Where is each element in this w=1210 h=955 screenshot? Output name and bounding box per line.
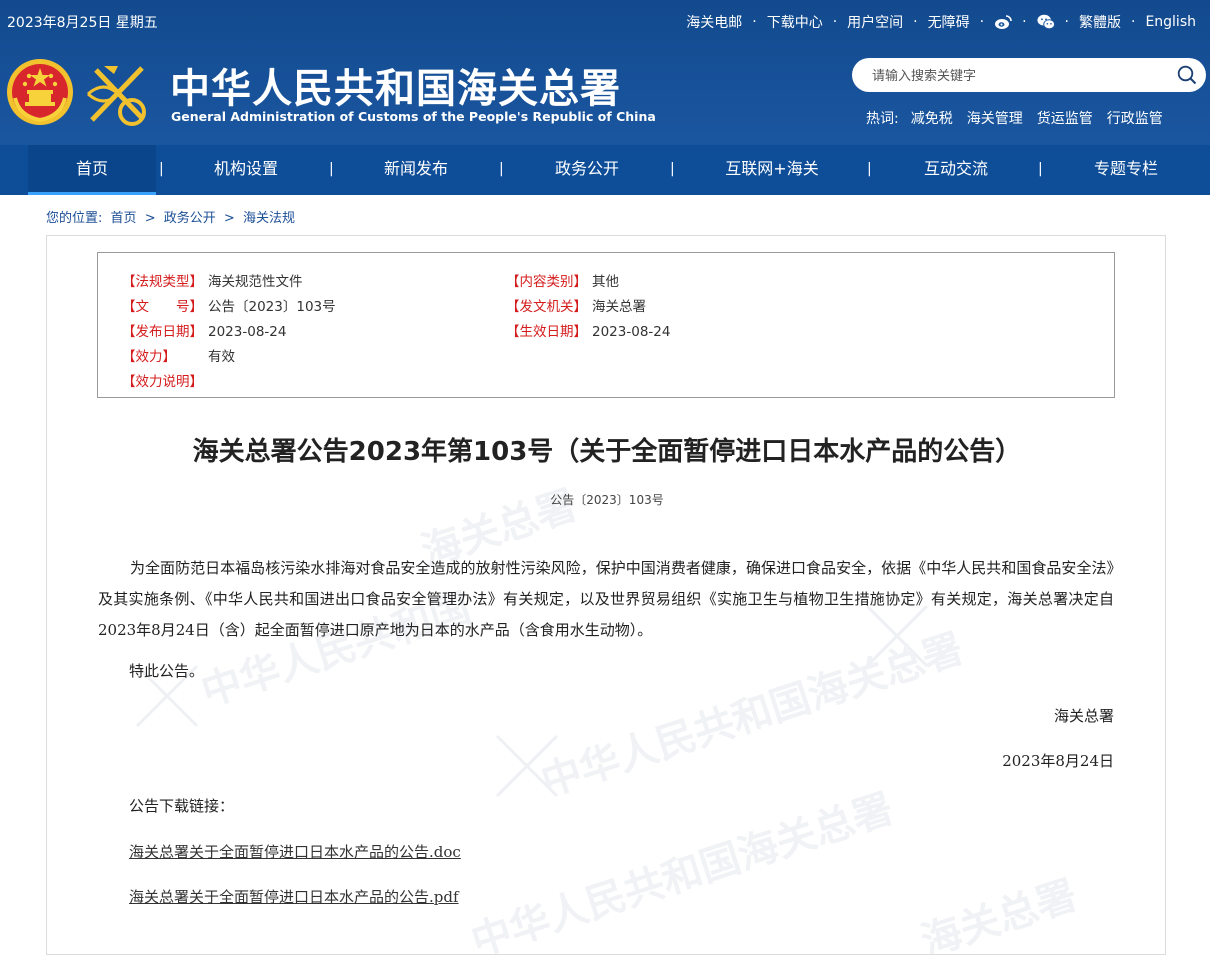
top-links: 海关电邮 · 下载中心 · 用户空间 · 无障碍 · · · 繁體版 · Eng… [686, 12, 1196, 32]
metadata-box: 【法规类型】 海关规范性文件 【内容类别】 其他 【文 号】 公告〔2023〕103号… [97, 252, 1115, 398]
breadcrumb-separator: > [223, 211, 235, 226]
top-link-separator: · [1064, 14, 1069, 30]
meta-row-content-type: 【内容类别】 其他 [506, 270, 619, 290]
search-box [852, 58, 1206, 92]
nav-separator: | [329, 161, 334, 177]
meta-value: 海关规范性文件 [208, 274, 303, 290]
wechat-icon[interactable] [1036, 13, 1055, 31]
meta-row-law-type: 【法规类型】 海关规范性文件 [122, 270, 303, 290]
top-link-separator: · [1130, 14, 1136, 30]
nav-item-interaction[interactable]: 互动交流 [906, 145, 1006, 195]
meta-key: 【法规类型】 [122, 274, 203, 290]
sign-date: 2023年8月24日 [1002, 752, 1114, 770]
document-title: 海关总署公告2023年第103号（关于全面暂停进口日本水产品的公告） [192, 437, 1022, 467]
main-nav: 首页 | 机构设置 | 新闻发布 | 政务公开 | 互联网+海关 | 互动交流 … [0, 145, 1210, 195]
breadcrumb-label: 您的位置: [46, 211, 103, 226]
breadcrumb-item-home[interactable]: 首页 [111, 211, 137, 226]
meta-value: 其他 [592, 274, 619, 290]
document-body: 为全面防范日本福岛核污染水排海对食品安全造成的放射性污染风险，保护中国消费者健康… [98, 559, 1114, 639]
site-header: 2023年8月25日 星期五 海关电邮 · 下载中心 · 用户空间 · 无障碍 … [0, 0, 1210, 145]
top-link-separator: · [913, 14, 918, 30]
hot-word-administrative-supervision[interactable]: 行政监管 [1107, 108, 1163, 128]
meta-value: 海关总署 [592, 299, 646, 315]
hot-words: 热词: 减免税 海关管理 货运监管 行政监管 [866, 108, 1177, 128]
nav-item-government-affairs[interactable]: 政务公开 [537, 145, 637, 195]
meta-key: 【发文机关】 [506, 299, 587, 315]
top-link-separator: · [752, 14, 757, 30]
closing-text: 特此公告。 [129, 662, 205, 680]
customs-logo-icon [84, 60, 154, 128]
top-link-separator: · [1022, 14, 1027, 30]
nav-separator: | [867, 161, 872, 177]
meta-key: 【生效日期】 [506, 324, 587, 340]
breadcrumb-item-government-affairs[interactable]: 政务公开 [164, 211, 216, 226]
breadcrumb-separator: > [144, 211, 156, 226]
download-link-doc[interactable]: 海关总署关于全面暂停进口日本水产品的公告.doc [129, 841, 461, 862]
nav-item-special-topics[interactable]: 专题专栏 [1076, 145, 1176, 195]
nav-separator: | [159, 161, 164, 177]
download-label: 公告下载链接： [129, 797, 235, 815]
meta-row-validity-note: 【效力说明】 [122, 370, 208, 390]
article-container: 中华人民共和国 中华人民共和国海关总署 中华人民共和国海关总署 海关总署 海关总… [46, 235, 1166, 955]
top-link-accessibility[interactable]: 无障碍 [928, 12, 970, 32]
current-date: 2023年8月25日 星期五 [7, 15, 158, 31]
search-input[interactable] [870, 65, 1164, 87]
meta-value: 2023-08-24 [208, 324, 287, 340]
nav-item-news[interactable]: 新闻发布 [366, 145, 466, 195]
site-title: 中华人民共和国海关总署 [170, 65, 621, 112]
breadcrumb-item-customs-regulations[interactable]: 海关法规 [243, 211, 295, 226]
meta-row-publish-date: 【发布日期】 2023-08-24 [122, 320, 286, 340]
lang-traditional-link[interactable]: 繁體版 [1079, 12, 1121, 32]
hot-words-label: 热词: [866, 111, 899, 127]
meta-row-doc-number: 【文 号】 公告〔2023〕103号 [122, 295, 336, 315]
site-subtitle: General Administration of Customs of the… [171, 109, 656, 124]
nav-separator: | [1038, 161, 1043, 177]
meta-row-issuer: 【发文机关】 海关总署 [506, 295, 646, 315]
hot-word-tax-reduction[interactable]: 减免税 [911, 108, 953, 128]
svg-text:海关总署: 海关总署 [916, 871, 1083, 955]
search-icon[interactable] [1177, 65, 1197, 85]
weibo-icon[interactable] [994, 13, 1012, 31]
meta-key: 【内容类别】 [506, 274, 587, 290]
meta-value: 有效 [208, 349, 235, 365]
top-link-email[interactable]: 海关电邮 [686, 12, 742, 32]
meta-value: 2023-08-24 [592, 324, 671, 340]
signatory: 海关总署 [1053, 707, 1114, 725]
national-emblem-icon [5, 56, 75, 128]
nav-item-organization[interactable]: 机构设置 [196, 145, 296, 195]
lang-english-link[interactable]: English [1145, 14, 1196, 30]
nav-item-internet-customs[interactable]: 互联网+海关 [712, 145, 832, 195]
meta-row-validity: 【效力】 有效 [122, 345, 235, 365]
download-link-pdf[interactable]: 海关总署关于全面暂停进口日本水产品的公告.pdf [129, 886, 459, 907]
meta-key: 【发布日期】 [122, 324, 203, 340]
svg-text:中华人民共和国海关总署: 中华人民共和国海关总署 [536, 625, 969, 806]
hot-word-customs-management[interactable]: 海关管理 [967, 108, 1023, 128]
hot-word-cargo-supervision[interactable]: 货运监管 [1037, 108, 1093, 128]
nav-separator: | [670, 161, 675, 177]
meta-key: 【效力说明】 [122, 374, 203, 390]
breadcrumb: 您的位置: 首页 > 政务公开 > 海关法规 [46, 207, 299, 226]
svg-text:中华人民共和国海关总署: 中华人民共和国海关总署 [466, 785, 899, 955]
top-link-download-center[interactable]: 下载中心 [767, 12, 823, 32]
meta-key: 【效力】 [122, 349, 176, 365]
document-number: 公告〔2023〕103号 [550, 493, 664, 507]
top-link-user-space[interactable]: 用户空间 [847, 12, 903, 32]
top-link-separator: · [832, 14, 838, 30]
nav-item-home[interactable]: 首页 [28, 145, 156, 195]
meta-value: 公告〔2023〕103号 [208, 299, 336, 315]
nav-separator: | [499, 161, 504, 177]
meta-key: 【文 号】 [122, 299, 203, 315]
meta-row-effective-date: 【生效日期】 2023-08-24 [506, 320, 670, 340]
top-link-separator: · [979, 14, 985, 30]
